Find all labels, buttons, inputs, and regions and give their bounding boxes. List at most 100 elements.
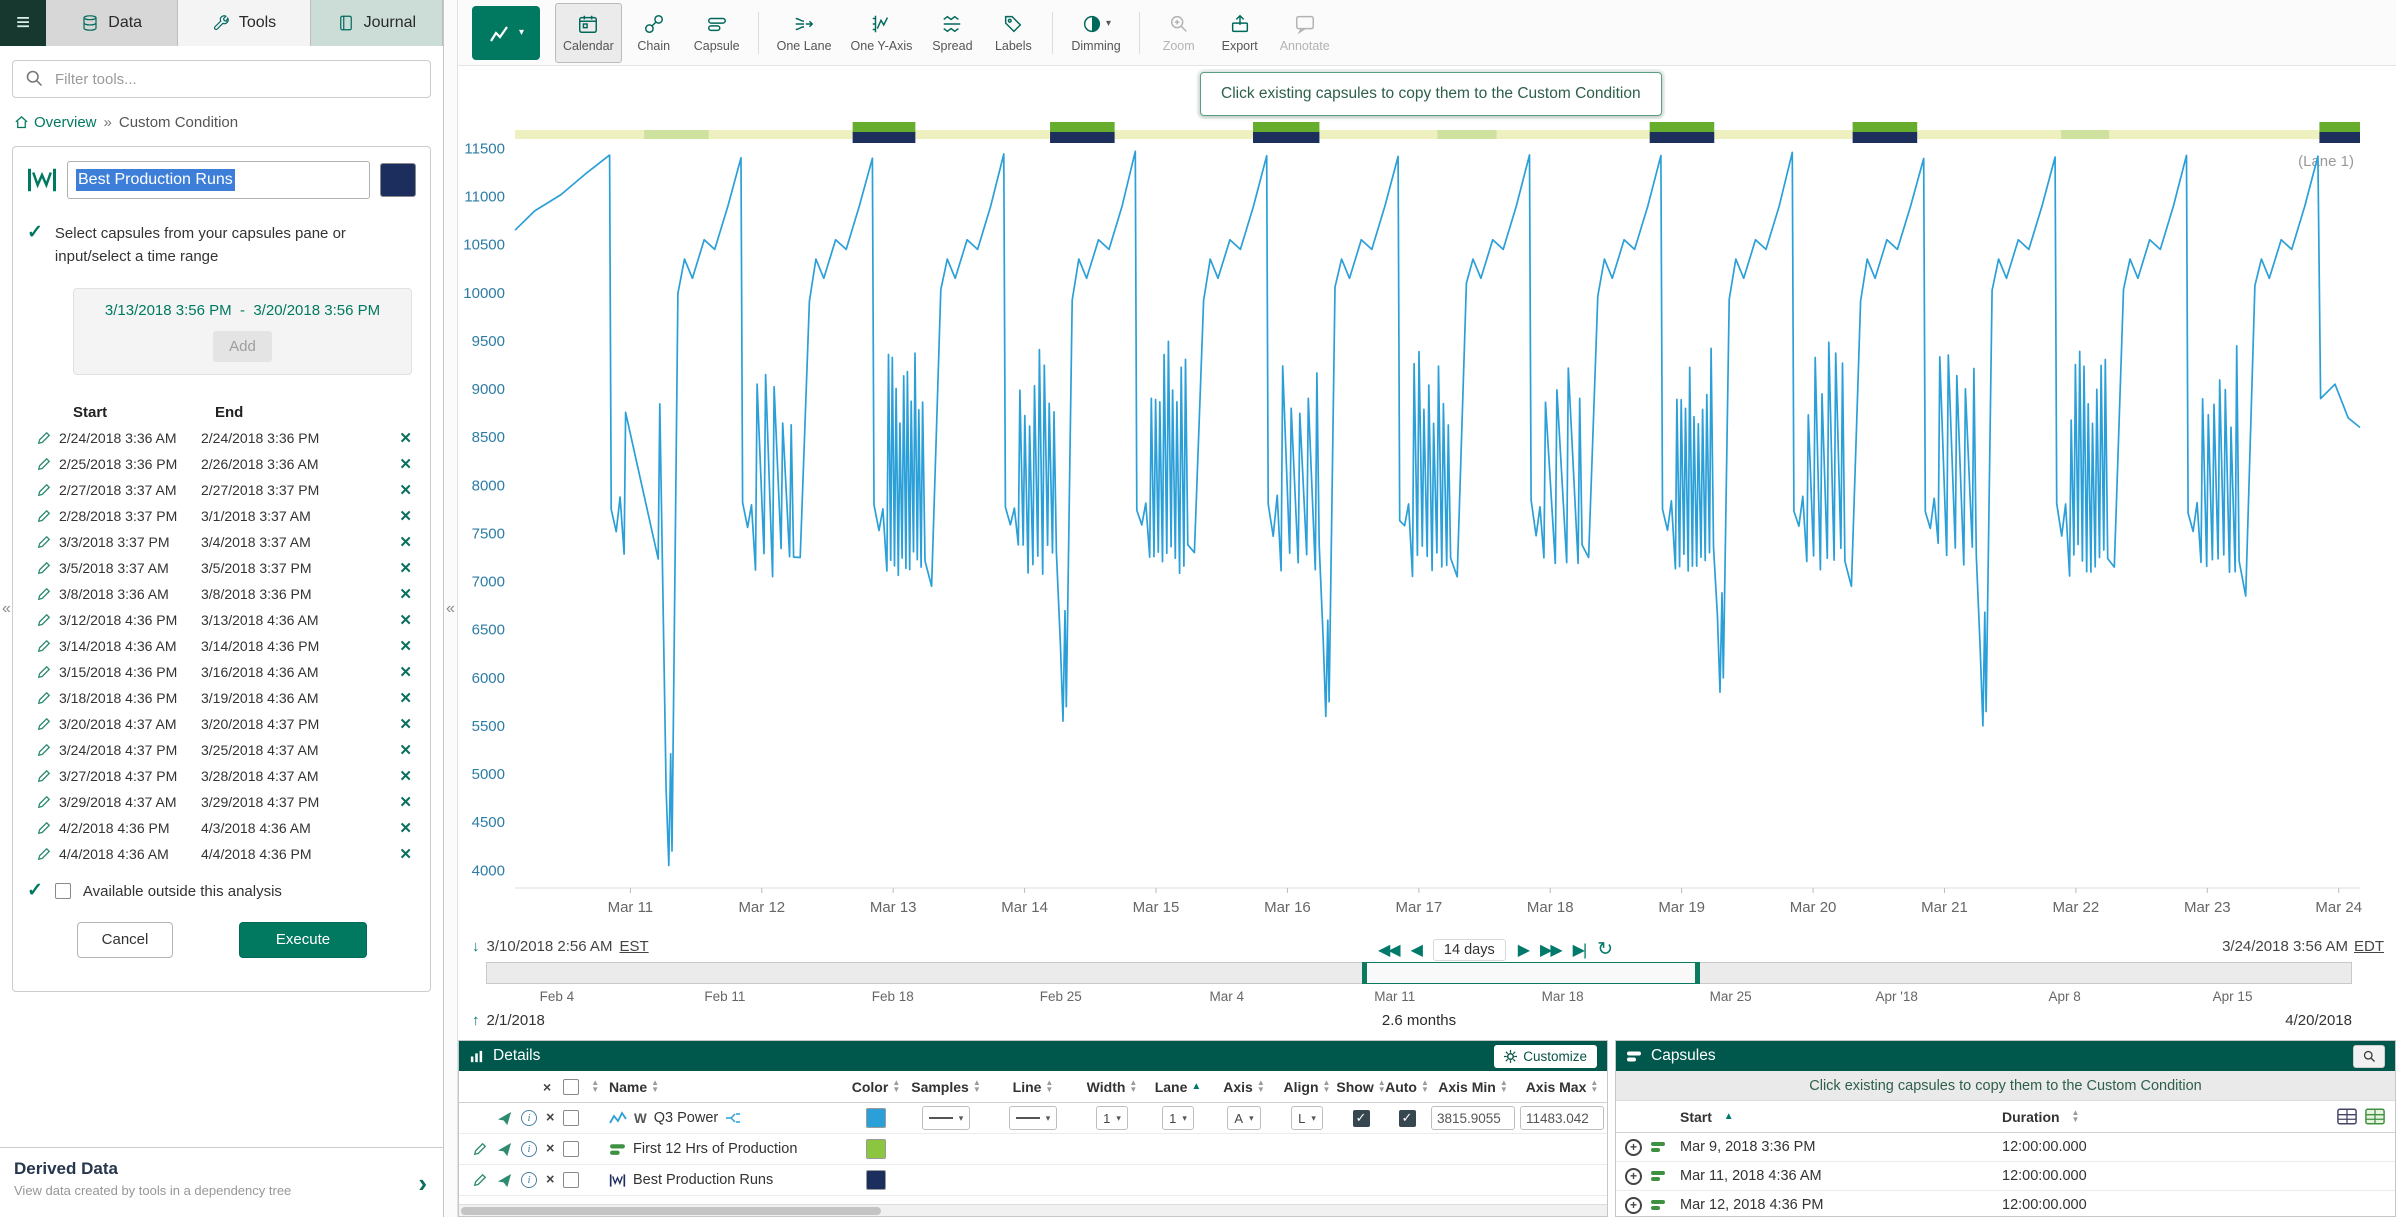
- tool-one-lane[interactable]: One Lane: [769, 3, 840, 63]
- sort-icon[interactable]: ▲▼: [973, 1080, 981, 1093]
- collapse-sidebar-icon[interactable]: «: [446, 600, 455, 618]
- step-to-end-button[interactable]: ▶|: [1573, 940, 1585, 960]
- tab-data[interactable]: Data: [46, 0, 178, 46]
- tool-zoom[interactable]: Zoom: [1150, 3, 1208, 63]
- step-back-half-button[interactable]: ◀: [1411, 940, 1421, 960]
- info-icon[interactable]: i: [521, 1172, 537, 1188]
- hamburger-menu-icon[interactable]: ≡: [0, 0, 46, 46]
- edit-icon[interactable]: [473, 1142, 488, 1156]
- edit-icon[interactable]: [37, 847, 59, 861]
- remove-capsule-icon[interactable]: ✕: [399, 819, 412, 837]
- sort-icon[interactable]: ▲▼: [1257, 1080, 1265, 1093]
- tool-annotate[interactable]: Annotate: [1272, 3, 1338, 63]
- column-header-name[interactable]: Name▲▼: [609, 1079, 847, 1095]
- add-capsule-icon[interactable]: +: [1625, 1139, 1642, 1156]
- lane-dropdown[interactable]: 1▾: [1162, 1106, 1194, 1130]
- capsule-list-row[interactable]: +Mar 9, 2018 3:36 PM12:00:00.000: [1616, 1133, 2395, 1162]
- table-view-icon[interactable]: [2337, 1108, 2357, 1125]
- remove-capsule-icon[interactable]: ✕: [399, 559, 412, 577]
- column-header-samples[interactable]: Samples▲▼: [905, 1079, 987, 1095]
- tab-tools[interactable]: Tools: [178, 0, 310, 46]
- edit-icon[interactable]: [37, 535, 59, 549]
- column-header-duration[interactable]: Duration ▲▼: [2002, 1109, 2299, 1125]
- edit-icon[interactable]: [37, 691, 59, 705]
- sort-icon[interactable]: ▲▼: [2071, 1110, 2079, 1123]
- remove-capsule-icon[interactable]: ✕: [399, 845, 412, 863]
- condition-capsule[interactable]: [2061, 130, 2109, 139]
- column-header-axis[interactable]: Axis▲▼: [1211, 1079, 1277, 1095]
- tool-labels[interactable]: Labels: [984, 3, 1042, 63]
- details-horizontal-scrollbar[interactable]: [459, 1204, 1607, 1216]
- timezone-link[interactable]: EDT: [2354, 938, 2384, 955]
- tool-calendar[interactable]: Calendar: [555, 3, 622, 63]
- edit-icon[interactable]: [37, 795, 59, 809]
- align-dropdown[interactable]: L▾: [1291, 1106, 1323, 1130]
- auto-checkbox[interactable]: ✓: [1399, 1110, 1416, 1127]
- tool-one-y-axis[interactable]: One Y-Axis: [843, 3, 921, 63]
- refresh-icon[interactable]: ↻: [1597, 938, 1613, 961]
- step-forward-full-button[interactable]: ▶▶: [1540, 940, 1561, 960]
- cancel-button[interactable]: Cancel: [77, 922, 173, 958]
- condition-capsule[interactable]: [2319, 122, 2360, 132]
- capsules-search-button[interactable]: [2353, 1045, 2385, 1068]
- remove-capsule-icon[interactable]: ✕: [399, 585, 412, 603]
- row-checkbox[interactable]: [563, 1110, 579, 1126]
- remove-capsule-icon[interactable]: ✕: [399, 481, 412, 499]
- signal-trend-line[interactable]: [515, 151, 2360, 865]
- edit-icon[interactable]: [37, 717, 59, 731]
- line-style-dropdown[interactable]: ▾: [1009, 1106, 1058, 1130]
- condition-color-swatch[interactable]: [380, 163, 416, 197]
- select-all-checkbox[interactable]: [563, 1079, 579, 1095]
- edit-icon[interactable]: [37, 587, 59, 601]
- remove-all-button[interactable]: ×: [543, 1079, 551, 1095]
- remove-capsule-icon[interactable]: ✕: [399, 793, 412, 811]
- column-header-start[interactable]: Start ▲: [1680, 1109, 2002, 1125]
- tool-spread[interactable]: Spread: [923, 3, 981, 63]
- tool-export[interactable]: Export: [1211, 3, 1269, 63]
- condition-capsule[interactable]: [1253, 132, 1319, 143]
- remove-capsule-icon[interactable]: ✕: [399, 455, 412, 473]
- tool-dimming[interactable]: ▾Dimming: [1063, 3, 1128, 63]
- table-view-icon[interactable]: [2365, 1108, 2385, 1125]
- condition-capsule[interactable]: [1650, 132, 1715, 143]
- edit-icon[interactable]: [37, 639, 59, 653]
- remove-capsule-icon[interactable]: ✕: [399, 507, 412, 525]
- remove-item-icon[interactable]: ×: [546, 1172, 554, 1188]
- info-icon[interactable]: i: [521, 1110, 537, 1126]
- condition-name-input[interactable]: Best Production Runs: [67, 161, 370, 199]
- remove-capsule-icon[interactable]: ✕: [399, 663, 412, 681]
- condition-capsule[interactable]: [853, 122, 916, 132]
- remove-item-icon[interactable]: ×: [546, 1110, 554, 1126]
- remove-capsule-icon[interactable]: ✕: [399, 741, 412, 759]
- sort-icon[interactable]: ▲▼: [591, 1080, 599, 1093]
- sort-icon[interactable]: ▲▼: [1129, 1080, 1137, 1093]
- remove-capsule-icon[interactable]: ✕: [399, 715, 412, 733]
- axis-dropdown[interactable]: A▾: [1227, 1106, 1260, 1130]
- tool-chain[interactable]: Chain: [625, 3, 683, 63]
- column-header-axis-min[interactable]: Axis Min▲▼: [1429, 1079, 1517, 1095]
- scrubber-selection[interactable]: [1362, 962, 1700, 984]
- edit-icon[interactable]: [37, 821, 59, 835]
- duration-input[interactable]: 14 days: [1433, 939, 1506, 961]
- column-header-lane[interactable]: Lane▲: [1145, 1079, 1211, 1095]
- trend-chart[interactable]: 1150011000105001000095009000850080007500…: [451, 66, 2396, 938]
- condition-capsule[interactable]: [853, 132, 916, 143]
- capsule-list-row[interactable]: +Mar 12, 2018 4:36 PM12:00:00.000: [1616, 1191, 2395, 1217]
- condition-capsule[interactable]: [1853, 122, 1918, 132]
- axis-max-input[interactable]: 11483.042: [1520, 1106, 1604, 1130]
- edit-icon[interactable]: [37, 431, 59, 445]
- edit-icon[interactable]: [37, 769, 59, 783]
- scrubber-track[interactable]: [486, 962, 2352, 984]
- capsule-list-row[interactable]: +Mar 11, 2018 4:36 AM12:00:00.000: [1616, 1162, 2395, 1191]
- step-forward-half-button[interactable]: ▶: [1518, 940, 1528, 960]
- edit-icon[interactable]: [37, 483, 59, 497]
- condition-capsule[interactable]: [1050, 132, 1115, 143]
- remove-capsule-icon[interactable]: ✕: [399, 429, 412, 447]
- timezone-link[interactable]: EST: [619, 938, 648, 955]
- edit-icon[interactable]: [37, 613, 59, 627]
- add-capsule-icon[interactable]: +: [1625, 1197, 1642, 1214]
- sort-icon[interactable]: ▲▼: [1421, 1080, 1429, 1093]
- remove-capsule-icon[interactable]: ✕: [399, 533, 412, 551]
- tool-capsule[interactable]: Capsule: [686, 3, 748, 63]
- sort-icon[interactable]: ▲▼: [892, 1080, 900, 1093]
